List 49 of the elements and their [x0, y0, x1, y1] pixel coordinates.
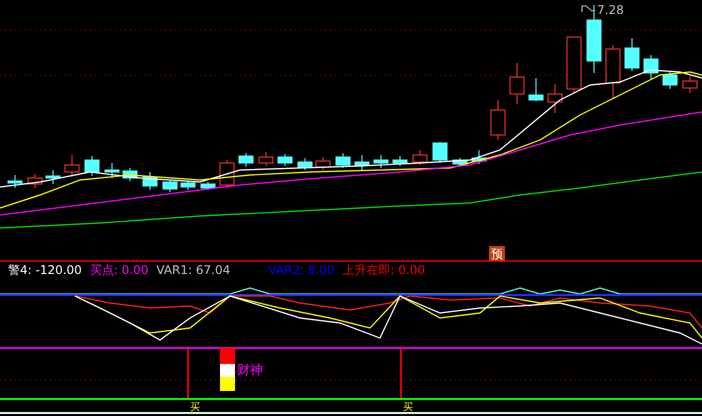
signal-label: 财神	[237, 363, 263, 378]
signal-badge: 预	[489, 246, 505, 261]
indicator-value: VAR1: 67.04	[156, 262, 230, 278]
candlestick	[162, 180, 178, 192]
signal-line	[400, 349, 402, 398]
candlestick	[46, 170, 60, 184]
candlestick	[374, 154, 388, 168]
candlestick	[682, 76, 698, 94]
candlestick	[200, 182, 216, 190]
candlestick	[28, 174, 42, 188]
candlestick	[452, 158, 468, 166]
buy-mark: 买	[190, 402, 200, 413]
candlestick	[142, 172, 158, 190]
high-marker-icon	[582, 6, 596, 12]
indicator-value: 警4: -120.00	[8, 262, 82, 278]
candlestick	[238, 152, 254, 168]
candlestick	[84, 156, 100, 176]
candlestick	[490, 100, 506, 140]
candlestick	[412, 150, 428, 166]
candlestick	[662, 72, 678, 90]
candlestick	[220, 160, 234, 188]
candlestick	[548, 84, 562, 114]
candlestick	[278, 154, 292, 166]
candlestick	[624, 38, 640, 72]
candlestick	[472, 150, 486, 164]
candlestick	[64, 154, 80, 176]
candlestick	[122, 168, 138, 182]
signal-bar	[220, 348, 235, 391]
indicator-value: 上升在即: 0.00	[342, 262, 426, 278]
candlestick	[606, 44, 620, 98]
candlestick	[510, 62, 524, 104]
price-label: 7.28	[597, 3, 624, 17]
candlestick	[8, 174, 22, 188]
candlestick	[258, 152, 274, 166]
indicator-value: 买点: 0.00	[90, 262, 148, 278]
candlestick	[528, 78, 544, 102]
candlestick	[104, 162, 120, 178]
candlestick	[392, 156, 408, 166]
candlestick	[316, 156, 330, 170]
candlestick	[432, 142, 448, 164]
buy-mark: 买	[403, 402, 413, 413]
signal-line	[187, 349, 189, 398]
candlestick	[336, 152, 350, 168]
candlestick	[566, 36, 582, 94]
indicator-value: VAR2: 8.00	[268, 262, 334, 278]
candlestick	[644, 54, 658, 80]
candlestick	[298, 158, 312, 170]
candlestick	[180, 180, 196, 190]
candlestick	[354, 154, 370, 170]
